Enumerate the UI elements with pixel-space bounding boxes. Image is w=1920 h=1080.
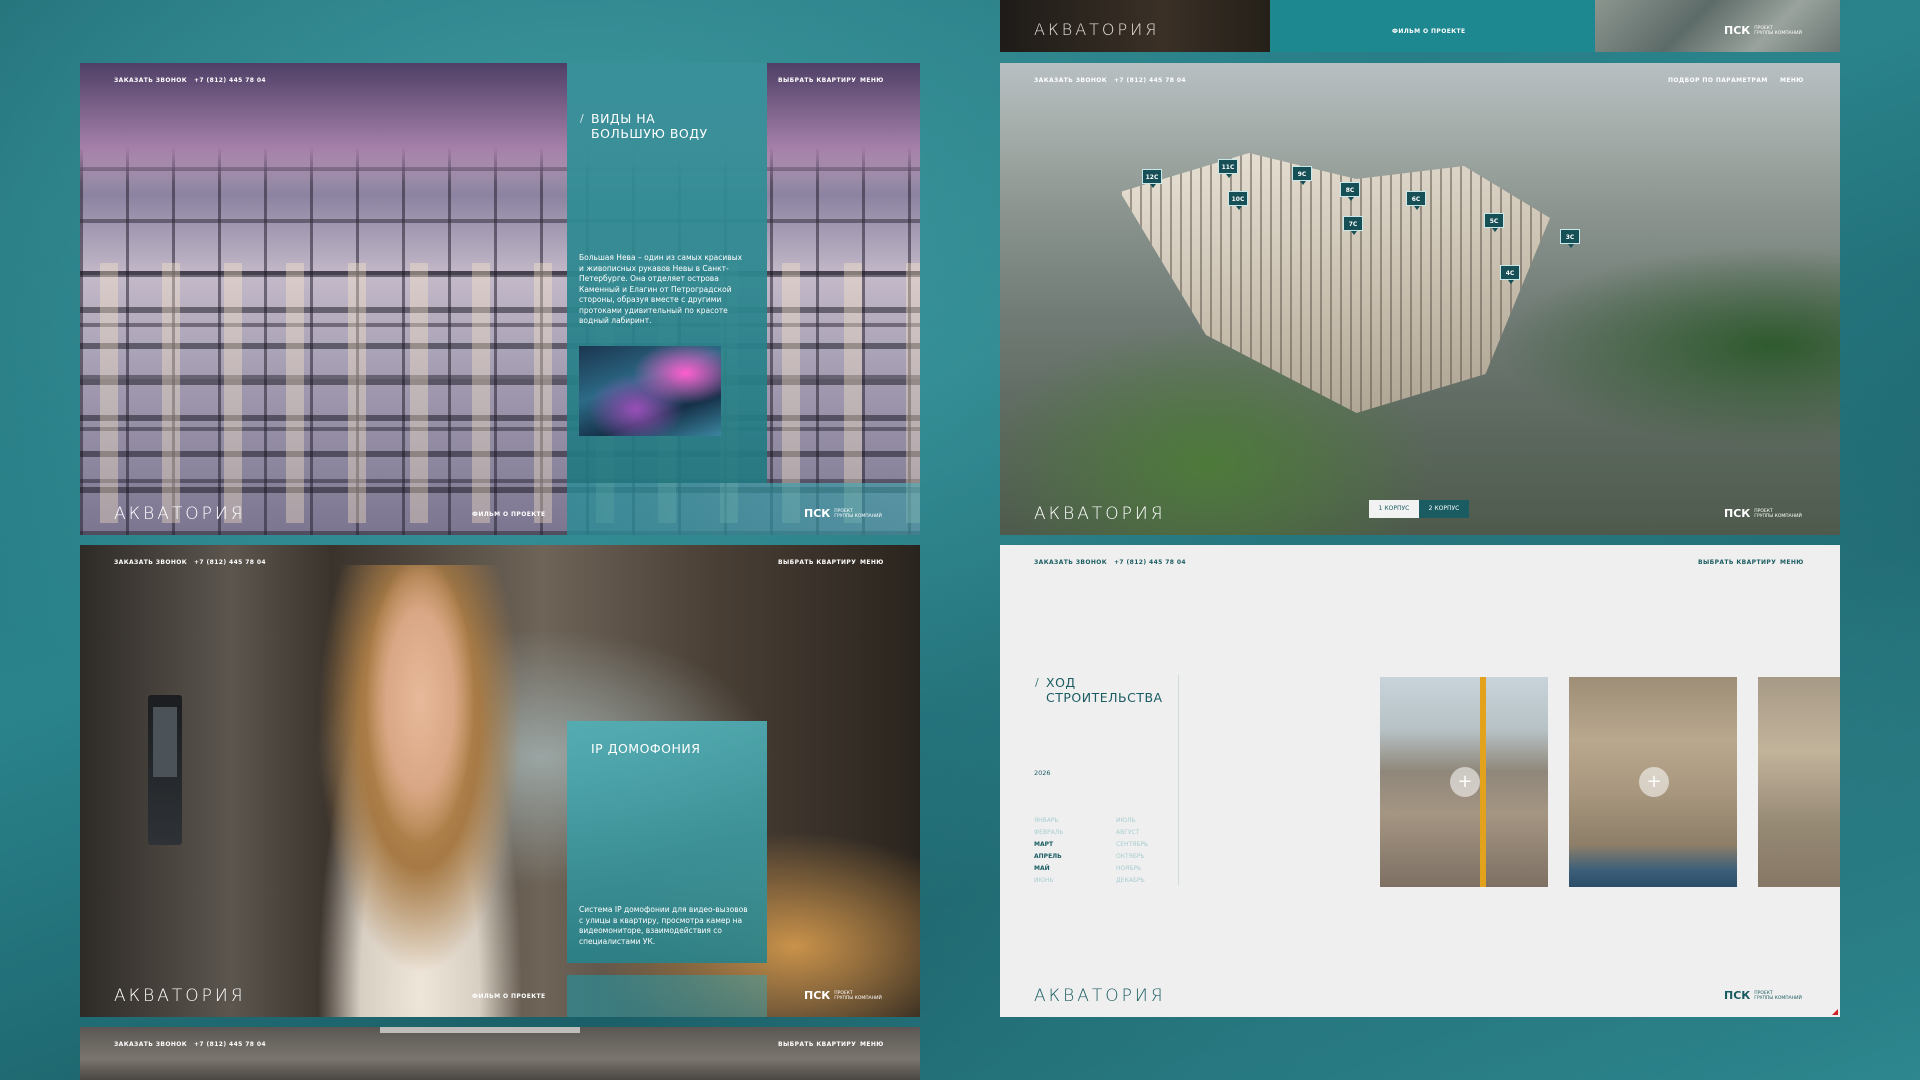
plus-icon[interactable]: +	[1450, 767, 1480, 797]
psk-logo: ПСК ПРОЕКТ ГРУППЫ КОМПАНИЙ	[804, 989, 882, 1002]
views-card: ВИДЫ НАБОЛЬШУЮ ВОДУ Большая Нева – один …	[567, 63, 767, 483]
building-2-button[interactable]: 2 КОРПУС	[1419, 500, 1469, 518]
month-item[interactable]: АВГУСТ	[1116, 829, 1139, 836]
nav-bar: ЗАКАЗАТЬ ЗВОНОК +7 (812) 445 78 04 ВЫБРА…	[80, 559, 920, 573]
month-item[interactable]: ЯНВАРЬ	[1034, 817, 1059, 824]
building-pin[interactable]: 4С	[1500, 265, 1520, 284]
nav-bar: ЗАКАЗАТЬ ЗВОНОК +7 (812) 445 78 04 ВЫБРА…	[1000, 559, 1840, 573]
month-item[interactable]: ИЮЛЬ	[1116, 817, 1136, 824]
phone-link[interactable]: +7 (812) 445 78 04	[194, 1041, 266, 1048]
choose-apartment-link[interactable]: ВЫБРАТЬ КВАРТИРУ	[778, 559, 856, 566]
plus-icon[interactable]: +	[1639, 767, 1669, 797]
water-photo	[579, 346, 721, 436]
corner-mark	[1832, 1009, 1838, 1015]
year-label[interactable]: 2026	[1034, 769, 1051, 777]
month-item[interactable]: ФЕВРАЛЬ	[1034, 829, 1063, 836]
film-link[interactable]: ФИЛЬМ О ПРОЕКТЕ	[1392, 28, 1466, 35]
psk-logo: ПСК ПРОЕКТ ГРУППЫ КОМПАНИЙ	[1724, 989, 1802, 1002]
teal-reflection-band	[567, 975, 767, 1017]
panel-views: ЗАКАЗАТЬ ЗВОНОК +7 (812) 445 78 04 ВЫБРА…	[80, 63, 920, 535]
building-pin[interactable]: 10С	[1228, 191, 1248, 210]
intercom-card: IP ДОМОФОНИЯ Система IP домофонии для ви…	[567, 721, 767, 963]
choose-apartment-link[interactable]: ВЫБРАТЬ КВАРТИРУ	[778, 1041, 856, 1048]
intercom-title: IP ДОМОФОНИЯ	[591, 741, 701, 756]
month-item[interactable]: МАРТ	[1034, 841, 1053, 848]
month-item[interactable]: МАЙ	[1034, 865, 1050, 872]
month-item[interactable]: НОЯБРЬ	[1116, 865, 1141, 872]
top-strip: АКВАТОРИЯ ФИЛЬМ О ПРОЕКТЕ ПСК ПРОЕКТ ГРУПП…	[1000, 0, 1840, 52]
panel-aerial: ЗАКАЗАТЬ ЗВОНОК +7 (812) 445 78 04 ПОДБО…	[1000, 63, 1840, 535]
menu-link[interactable]: МЕНЮ	[860, 1041, 884, 1048]
month-item[interactable]: СЕНТЯБРЬ	[1116, 841, 1148, 848]
intercom-panel	[148, 695, 182, 845]
menu-link[interactable]: МЕНЮ	[1780, 77, 1804, 84]
menu-link[interactable]: МЕНЮ	[1780, 559, 1804, 566]
month-item[interactable]: ДЕКАБРЬ	[1116, 877, 1145, 884]
views-title: ВИДЫ НАБОЛЬШУЮ ВОДУ	[580, 111, 708, 141]
call-link[interactable]: ЗАКАЗАТЬ ЗВОНОК	[1034, 559, 1107, 566]
building-pin[interactable]: 11С	[1218, 159, 1238, 178]
nav-bar: ЗАКАЗАТЬ ЗВОНОК +7 (812) 445 78 04 ВЫБРА…	[80, 1041, 920, 1055]
construction-photo[interactable]	[1758, 677, 1840, 887]
building-pin[interactable]: 7С	[1343, 216, 1363, 235]
building-pin[interactable]: 9С	[1292, 166, 1312, 185]
call-link[interactable]: ЗАКАЗАТЬ ЗВОНОК	[1034, 77, 1107, 84]
divider	[1178, 675, 1179, 885]
construction-photo[interactable]: +	[1380, 677, 1548, 887]
psk-logo: ПСК ПРОЕКТ ГРУППЫ КОМПАНИЙ	[1724, 507, 1802, 520]
panel-bottom-partial: ЗАКАЗАТЬ ЗВОНОК +7 (812) 445 78 04 ВЫБРА…	[80, 1027, 920, 1080]
params-link[interactable]: ПОДБОР ПО ПАРАМЕТРАМ	[1668, 77, 1768, 84]
logo[interactable]: АКВАТОРИЯ	[1034, 20, 1159, 39]
intercom-text: Система IP домофонии для видео-вызовов с…	[579, 905, 748, 946]
call-link[interactable]: ЗАКАЗАТЬ ЗВОНОК	[114, 77, 187, 84]
construction-photo[interactable]: +	[1569, 677, 1737, 887]
nav-bar: ЗАКАЗАТЬ ЗВОНОК +7 (812) 445 78 04 ПОДБО…	[1000, 77, 1840, 91]
building-pin[interactable]: 8С	[1340, 182, 1360, 201]
choose-apartment-link[interactable]: ВЫБРАТЬ КВАРТИРУ	[1698, 559, 1776, 566]
month-item[interactable]: ИЮНЬ	[1034, 877, 1054, 884]
logo[interactable]: АКВАТОРИЯ	[1034, 504, 1166, 524]
building-pin[interactable]: 6С	[1406, 191, 1426, 210]
film-link[interactable]: ФИЛЬМ О ПРОЕКТЕ	[472, 993, 546, 1000]
ceiling-light	[380, 1027, 580, 1033]
building-pin[interactable]: 5С	[1484, 213, 1504, 232]
building-pin[interactable]: 3С	[1560, 229, 1580, 248]
strip-glass-photo	[1595, 0, 1840, 52]
menu-link[interactable]: МЕНЮ	[860, 559, 884, 566]
views-text: Большая Нева – один из самых красивых и …	[579, 253, 743, 325]
building-pin[interactable]: 12С	[1142, 169, 1162, 188]
psk-logo: ПСК ПРОЕКТ ГРУППЫ КОМПАНИЙ	[804, 507, 882, 520]
psk-logo: ПСК ПРОЕКТ ГРУППЫ КОМПАНИЙ	[1724, 24, 1802, 37]
construction-title: ХОДСТРОИТЕЛЬСТВА	[1035, 675, 1163, 705]
woman-figure	[300, 565, 540, 1017]
phone-link[interactable]: +7 (812) 445 78 04	[194, 559, 266, 566]
logo[interactable]: АКВАТОРИЯ	[1034, 986, 1166, 1006]
film-link[interactable]: ФИЛЬМ О ПРОЕКТЕ	[472, 511, 546, 518]
building-1-button[interactable]: 1 КОРПУС	[1369, 500, 1419, 518]
call-link[interactable]: ЗАКАЗАТЬ ЗВОНОК	[114, 559, 187, 566]
month-item[interactable]: АПРЕЛЬ	[1034, 853, 1062, 860]
nav-bar: ЗАКАЗАТЬ ЗВОНОК +7 (812) 445 78 04 ВЫБРА…	[80, 77, 920, 91]
logo[interactable]: АКВАТОРИЯ	[114, 504, 246, 524]
phone-link[interactable]: +7 (812) 445 78 04	[1114, 77, 1186, 84]
phone-link[interactable]: +7 (812) 445 78 04	[194, 77, 266, 84]
month-item[interactable]: ОКТЯБРЬ	[1116, 853, 1145, 860]
panel-intercom: ЗАКАЗАТЬ ЗВОНОК +7 (812) 445 78 04 ВЫБРА…	[80, 545, 920, 1017]
call-link[interactable]: ЗАКАЗАТЬ ЗВОНОК	[114, 1041, 187, 1048]
phone-link[interactable]: +7 (812) 445 78 04	[1114, 559, 1186, 566]
menu-link[interactable]: МЕНЮ	[860, 77, 884, 84]
logo[interactable]: АКВАТОРИЯ	[114, 986, 246, 1006]
panel-construction: ЗАКАЗАТЬ ЗВОНОК +7 (812) 445 78 04 ВЫБРА…	[1000, 545, 1840, 1017]
choose-apartment-link[interactable]: ВЫБРАТЬ КВАРТИРУ	[778, 77, 856, 84]
